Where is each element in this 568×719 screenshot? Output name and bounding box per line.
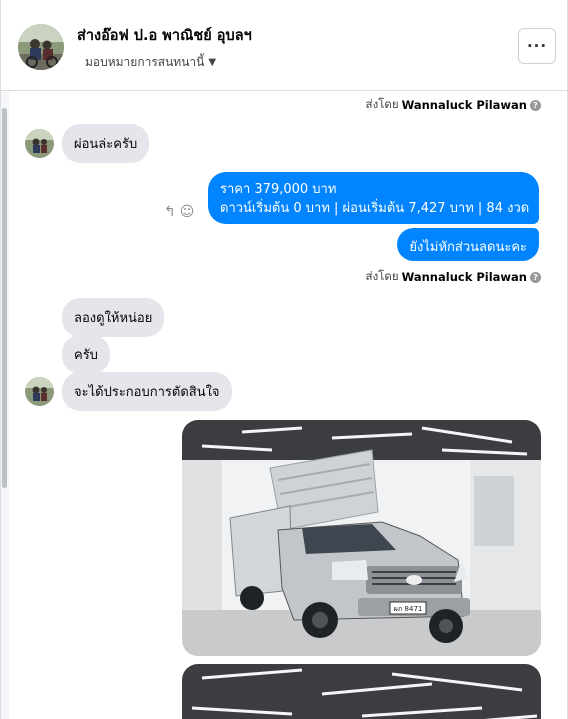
license-plate: ผภ 8471 bbox=[394, 605, 423, 613]
message-bubble-incoming[interactable]: ผ่อนล่ะครับ bbox=[62, 124, 150, 163]
message-bubble-incoming[interactable]: ครับ bbox=[62, 335, 110, 374]
sent-by-label: ส่งโดย Wannaluck Pilawan ? bbox=[366, 268, 541, 286]
message-bubble-outgoing[interactable]: ยังไม่หักส่วนลดนะคะ bbox=[397, 228, 539, 261]
avatar[interactable] bbox=[18, 24, 64, 70]
more-options-button[interactable]: ··· bbox=[518, 28, 556, 64]
contact-name[interactable]: ส่างอ๊อฟ ป.อ พาณิชย์ อุบลฯ bbox=[77, 24, 252, 47]
message-bubble-incoming[interactable]: ลองดูให้หน่อย bbox=[62, 298, 165, 337]
chevron-down-icon: ▼ bbox=[208, 57, 217, 68]
scrollbar-thumb[interactable] bbox=[2, 108, 7, 488]
smiley-icon[interactable]: ☺ bbox=[180, 204, 195, 220]
sent-by-prefix: ส่งโดย bbox=[365, 269, 399, 283]
message-image-truck[interactable]: ผภ 8471 bbox=[182, 420, 541, 656]
sender-name: Wannaluck Pilawan bbox=[401, 270, 527, 284]
sender-name: Wannaluck Pilawan bbox=[401, 98, 527, 112]
assign-label: มอบหมายการสนทนานี้ bbox=[85, 55, 205, 69]
installment-line: ดาวน์เริ่มต้น 0 บาท | ผ่อนเริ่มต้น 7,427… bbox=[220, 201, 530, 216]
info-icon[interactable]: ? bbox=[530, 271, 541, 283]
more-horizontal-icon: ··· bbox=[526, 37, 548, 55]
avatar[interactable] bbox=[25, 129, 54, 158]
message-image[interactable] bbox=[182, 664, 541, 719]
avatar[interactable] bbox=[25, 377, 54, 406]
message-bubble-outgoing[interactable]: ราคา 379,000 บาท ดาวน์เริ่มต้น 0 บาท | ผ… bbox=[208, 172, 539, 224]
info-icon[interactable]: ? bbox=[530, 99, 541, 111]
chat-panel: ส่างอ๊อฟ ป.อ พาณิชย์ อุบลฯ มอบหมายการสนท… bbox=[0, 0, 568, 719]
sent-by-prefix: ส่งโดย bbox=[365, 97, 399, 111]
price-line: ราคา 379,000 บาท bbox=[220, 182, 337, 197]
reply-icon[interactable]: ↰ bbox=[164, 204, 176, 220]
sent-by-label: ส่งโดย Wannaluck Pilawan ? bbox=[366, 96, 541, 114]
message-actions: ↰ ☺ bbox=[164, 204, 194, 220]
message-bubble-incoming[interactable]: จะได้ประกอบการตัดสินใจ bbox=[62, 372, 232, 411]
conversation-header: ส่างอ๊อฟ ป.อ พาณิชย์ อุบลฯ มอบหมายการสนท… bbox=[1, 0, 567, 91]
assign-conversation-dropdown[interactable]: มอบหมายการสนทนานี้ ▼ bbox=[85, 53, 216, 72]
